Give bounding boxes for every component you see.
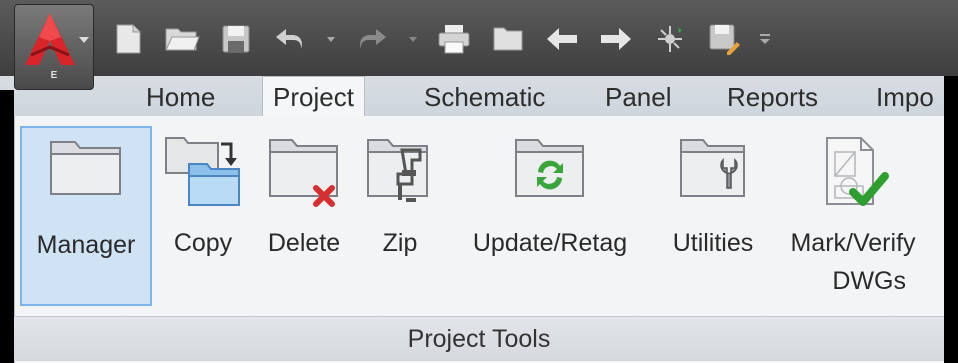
drawing-check-icon <box>826 137 889 206</box>
zip-button[interactable]: Zip <box>360 126 440 306</box>
folder-copy-icon <box>165 137 240 206</box>
next-icon[interactable] <box>596 19 636 59</box>
customize-dropdown-icon[interactable] <box>758 19 772 59</box>
tab-home[interactable]: Home <box>146 78 215 116</box>
folder-zip-icon <box>367 139 428 202</box>
chevron-down-icon <box>79 37 89 43</box>
rotate-view-icon[interactable] <box>650 19 690 59</box>
tab-import[interactable]: Impo <box>876 78 934 116</box>
quick-access-icons <box>108 18 772 60</box>
previous-icon[interactable] <box>542 19 582 59</box>
manager-label: Manager <box>36 231 136 259</box>
ribbon-tab-bar: Home Project Schematic Panel Reports Imp… <box>0 76 958 117</box>
folder-refresh-icon <box>515 139 584 197</box>
window-edge-right <box>944 76 958 363</box>
application-menu-button[interactable]: E <box>14 4 94 90</box>
project-folder-icon[interactable] <box>488 19 528 59</box>
open-folder-icon[interactable] <box>162 19 202 59</box>
utilities-label: Utilities <box>672 229 754 257</box>
update-retag-button[interactable]: Update/Retag <box>452 126 648 306</box>
folder-delete-icon <box>269 139 338 207</box>
new-file-icon[interactable] <box>108 19 148 59</box>
quick-access-toolbar <box>0 0 958 76</box>
redo-icon[interactable] <box>352 19 392 59</box>
redo-dropdown-icon[interactable] <box>406 19 420 59</box>
undo-icon[interactable] <box>270 19 310 59</box>
copy-label: Copy <box>173 229 233 257</box>
delete-label: Delete <box>267 229 341 257</box>
mark-verify-label: Mark/Verify <box>790 229 916 257</box>
autocad-electrical-logo-icon <box>25 13 75 65</box>
folder-wrench-icon <box>680 139 745 197</box>
window-edge-left <box>0 90 14 363</box>
mark-verify-dwgs-button[interactable]: Mark/Verify DWGs <box>770 126 936 312</box>
tab-reports[interactable]: Reports <box>727 78 818 116</box>
copy-button[interactable]: Copy <box>160 126 246 306</box>
mark-verify-label-line2: DWGs <box>832 267 906 295</box>
panel-title-bar[interactable]: Project Tools <box>14 316 944 361</box>
tab-panel[interactable]: Panel <box>605 78 672 116</box>
tab-project[interactable]: Project <box>262 76 365 117</box>
delete-button[interactable]: Delete <box>254 126 354 306</box>
plot-print-icon[interactable] <box>434 19 474 59</box>
folder-icon <box>50 141 121 195</box>
save-as-icon[interactable] <box>704 19 744 59</box>
undo-dropdown-icon[interactable] <box>324 19 338 59</box>
tab-schematic[interactable]: Schematic <box>424 78 545 116</box>
update-retag-label: Update/Retag <box>472 229 628 257</box>
utilities-button[interactable]: Utilities <box>660 126 766 306</box>
manager-button[interactable]: Manager <box>20 126 152 306</box>
save-icon[interactable] <box>216 19 256 59</box>
app-variant-letter: E <box>50 70 58 81</box>
panel-title: Project Tools <box>407 325 551 353</box>
autocad-ribbon-window: E Home Project Schematic Panel Reports I… <box>0 0 958 363</box>
zip-label: Zip <box>382 229 418 257</box>
